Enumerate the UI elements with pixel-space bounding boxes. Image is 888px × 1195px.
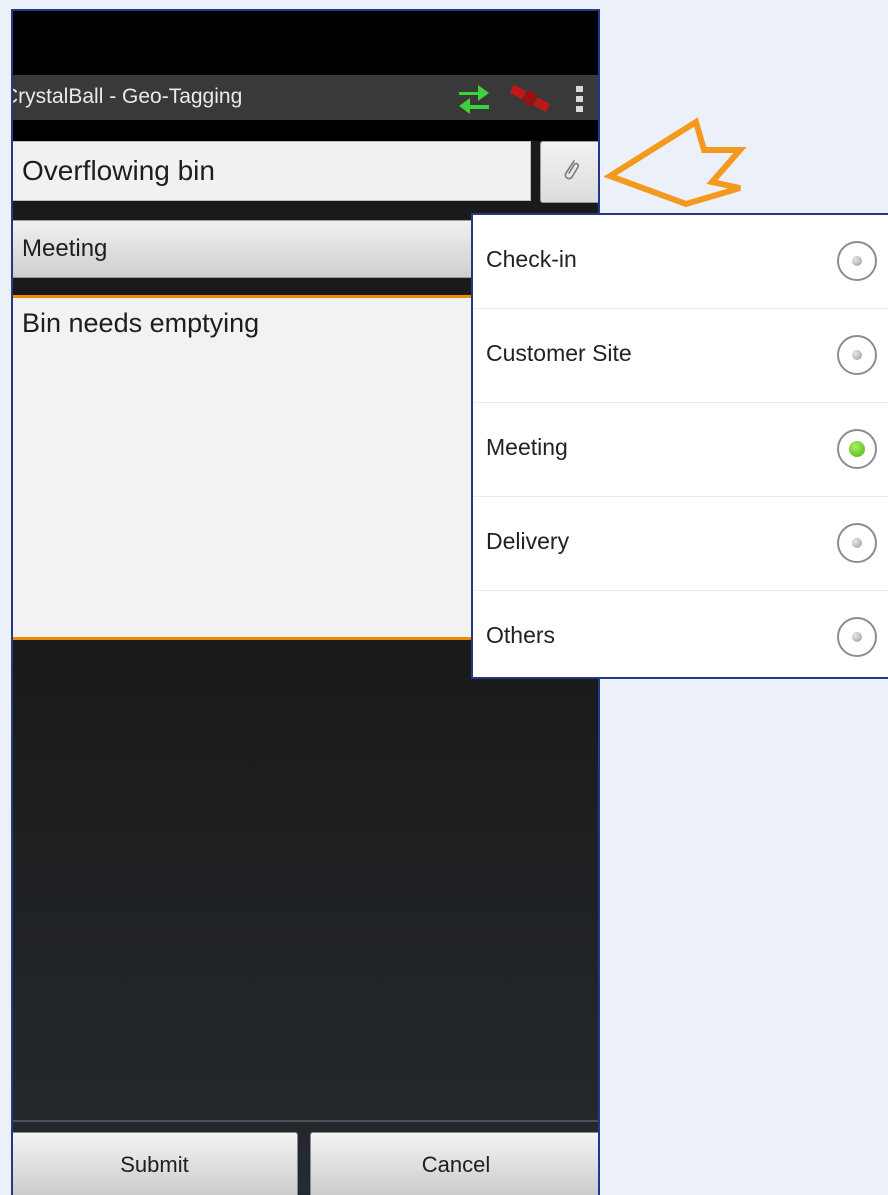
radio-button[interactable] xyxy=(837,335,877,375)
action-bar: CrystalBall - Geo-Tagging xyxy=(13,75,598,120)
option-meeting[interactable]: Meeting xyxy=(473,403,888,497)
satellite-icon[interactable] xyxy=(507,81,553,123)
option-others[interactable]: Others xyxy=(473,591,888,685)
category-options-popup: Check-in Customer Site Meeting Delivery … xyxy=(471,213,888,679)
option-label: Meeting xyxy=(486,434,568,460)
radio-button[interactable] xyxy=(837,617,877,657)
callout-arrow-icon xyxy=(604,117,747,208)
option-customer-site[interactable]: Customer Site xyxy=(473,309,888,403)
status-bar xyxy=(13,11,598,75)
option-label: Others xyxy=(486,622,556,648)
radio-button[interactable] xyxy=(837,523,877,563)
radio-button[interactable] xyxy=(837,241,877,281)
option-label: Delivery xyxy=(486,528,570,554)
subject-input[interactable]: Overflowing bin xyxy=(13,141,531,201)
overflow-menu-icon[interactable] xyxy=(575,85,585,119)
app-title: CrystalBall - Geo-Tagging xyxy=(11,85,243,108)
option-delivery[interactable]: Delivery xyxy=(473,497,888,591)
option-label: Check-in xyxy=(486,246,577,272)
paperclip-icon xyxy=(560,157,582,188)
footer-divider xyxy=(13,1120,598,1122)
attach-button[interactable] xyxy=(540,141,598,203)
toolbar-spacer xyxy=(13,120,598,141)
sync-arrows-icon[interactable] xyxy=(456,81,492,121)
submit-button[interactable]: Submit xyxy=(13,1132,298,1195)
option-label: Customer Site xyxy=(486,340,632,366)
option-check-in[interactable]: Check-in xyxy=(473,215,888,309)
radio-button-selected[interactable] xyxy=(837,429,877,469)
cancel-button[interactable]: Cancel xyxy=(310,1132,598,1195)
